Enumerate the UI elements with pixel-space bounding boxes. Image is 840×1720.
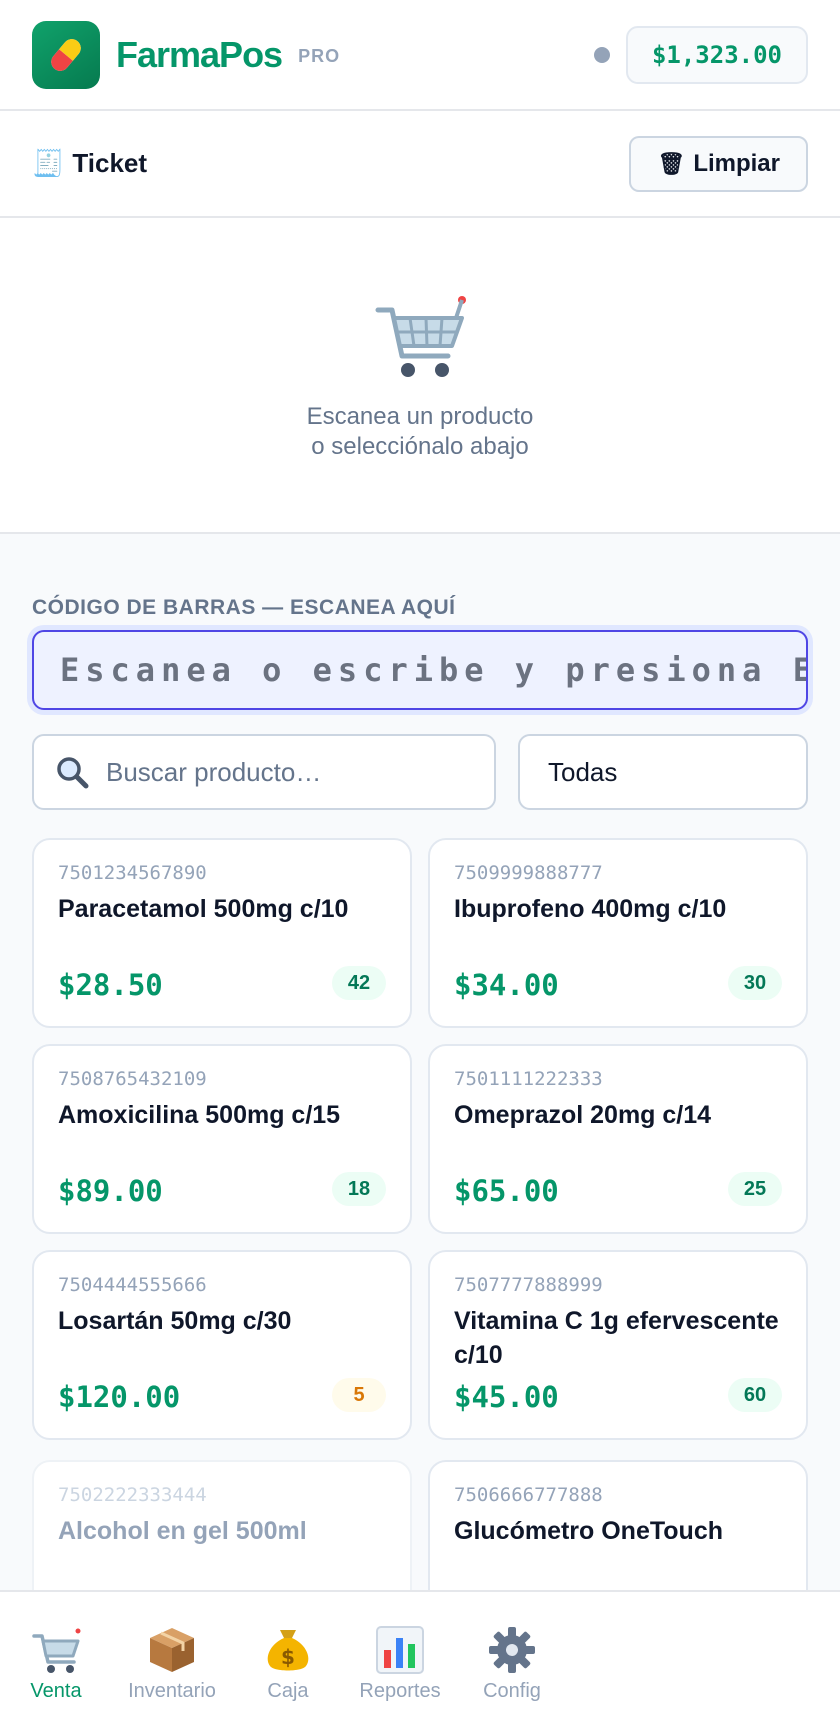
nav-item-caja[interactable]: $ Caja (256, 1592, 320, 1720)
product-barcode: 7504444555666 (58, 1274, 207, 1296)
pill-icon (32, 20, 100, 89)
money-bag-icon: $ (267, 1630, 309, 1671)
product-barcode: 7502222333444 (58, 1484, 207, 1506)
stock-badge: 18 (332, 1172, 386, 1206)
product-name: Amoxicilina 500mg c/15 (58, 1101, 341, 1129)
empty-ticket-state: Escanea un producto o selecciónalo abajo (0, 218, 840, 534)
app-name: FarmaPos (116, 33, 283, 75)
product-price: $89.00 (58, 1174, 163, 1208)
trash-icon: 🗑 (657, 150, 686, 176)
product-barcode: 7509999888777 (454, 862, 603, 884)
nav-label: Inventario (128, 1680, 216, 1702)
low-stock-badge: 5 (332, 1378, 386, 1412)
product-search-input[interactable]: Buscar producto… (32, 734, 496, 810)
bar-chart-icon (376, 1626, 424, 1674)
product-barcode: 7507777888999 (454, 1274, 603, 1296)
svg-text:$: $ (281, 1645, 295, 1669)
shopping-cart-icon (375, 296, 466, 377)
search-placeholder: Buscar producto… (106, 756, 322, 787)
product-barcode: 7501111222333 (454, 1068, 603, 1090)
receipt-icon: 🧾 (32, 148, 65, 178)
product-card[interactable]: 7501111222333 Omeprazol 20mg c/14 $65.00… (428, 1044, 808, 1234)
search-icon (57, 757, 89, 789)
product-card[interactable]: 7501234567890 Paracetamol 500mg c/10 $28… (32, 838, 412, 1028)
product-price: $65.00 (454, 1174, 559, 1208)
product-price: $120.00 (58, 1380, 181, 1414)
product-name: Ibuprofeno 400mg c/10 (454, 895, 727, 923)
clear-ticket-button[interactable]: 🗑 Limpiar (629, 135, 808, 192)
gear-icon (489, 1627, 535, 1673)
stock-badge: 25 (728, 1172, 782, 1206)
empty-message-line2: o selecciónalo abajo (311, 433, 529, 460)
box-icon (150, 1628, 194, 1672)
product-card[interactable]: 7504444555666 Losartán 50mg c/30 $120.00… (32, 1250, 412, 1440)
product-card[interactable]: 7507777888999 Vitamina C 1g efervescente… (428, 1250, 808, 1440)
nav-label: Venta (30, 1680, 82, 1702)
product-price: $45.00 (454, 1380, 559, 1414)
product-card[interactable]: 7508765432109 Amoxicilina 500mg c/15 $89… (32, 1044, 412, 1234)
empty-message-line1: Escanea un producto (306, 403, 534, 430)
product-name: Losartán 50mg c/30 (58, 1307, 292, 1335)
ticket-title: Ticket (72, 148, 148, 178)
barcode-label: CÓDIGO DE BARRAS — ESCANEA AQUÍ (32, 596, 456, 619)
product-barcode: 7506666777888 (454, 1484, 603, 1506)
nav-item-venta[interactable]: Venta (22, 1592, 90, 1720)
product-name: Glucómetro OneTouch (454, 1517, 723, 1545)
bottom-navigation: Venta Inventario $ Caja Reportes Config (0, 1590, 840, 1720)
nav-label: Caja (267, 1680, 309, 1702)
pro-badge: PRO (298, 46, 341, 66)
nav-label: Reportes (359, 1680, 441, 1702)
stock-badge: 60 (728, 1378, 782, 1412)
product-name: Omeprazol 20mg c/14 (454, 1101, 712, 1129)
product-name: Vitamina C 1g efervescente c/10 (454, 1307, 779, 1369)
ticket-bar: 🧾 Ticket 🗑 Limpiar (0, 111, 840, 218)
clear-button-label: Limpiar (693, 149, 780, 177)
nav-item-config[interactable]: Config (476, 1592, 548, 1720)
stock-badge: 42 (332, 966, 386, 1000)
sales-total-badge: $1,323.00 (625, 25, 808, 84)
barcode-placeholder: Escanea o escribe y presiona Enter (60, 651, 806, 689)
connection-status-dot (593, 46, 610, 63)
product-name: Paracetamol 500mg c/10 (58, 895, 349, 923)
product-price: $34.00 (454, 968, 559, 1002)
nav-item-inventario[interactable]: Inventario (124, 1592, 220, 1720)
barcode-input[interactable]: Escanea o escribe y presiona Enter (32, 630, 808, 710)
app-header: FarmaPos PRO $1,323.00 (0, 0, 840, 111)
product-barcode: 7501234567890 (58, 862, 207, 884)
category-select[interactable]: Todas (518, 734, 808, 810)
cart-icon (32, 1628, 81, 1673)
product-name: Alcohol en gel 500ml (58, 1517, 307, 1545)
stock-badge: 30 (728, 966, 782, 1000)
product-price: $28.50 (58, 968, 163, 1002)
nav-item-reportes[interactable]: Reportes (356, 1592, 444, 1720)
product-barcode: 7508765432109 (58, 1068, 207, 1090)
product-card[interactable]: 7509999888777 Ibuprofeno 400mg c/10 $34.… (428, 838, 808, 1028)
nav-label: Config (483, 1680, 541, 1702)
